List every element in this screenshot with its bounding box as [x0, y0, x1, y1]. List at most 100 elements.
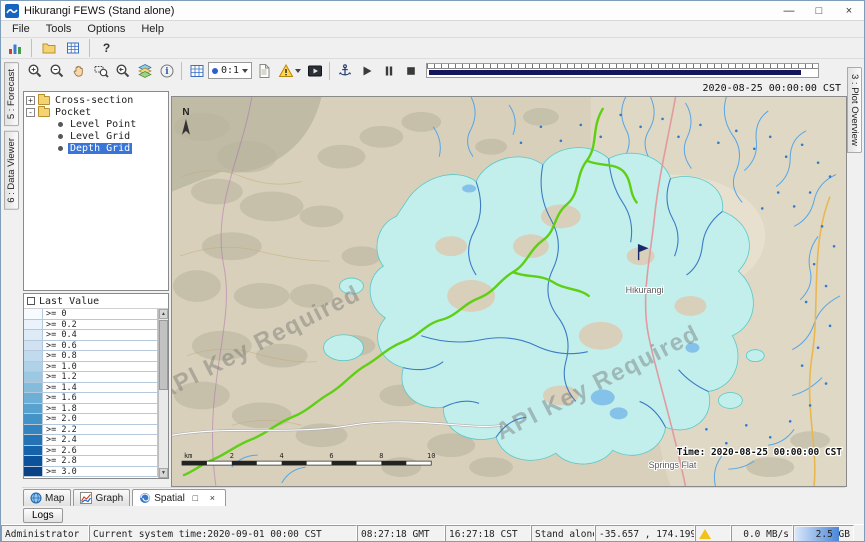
- tree-expander-icon[interactable]: +: [26, 96, 35, 105]
- legend-entry[interactable]: >= 0: [24, 309, 158, 320]
- time-slider[interactable]: [426, 63, 819, 78]
- legend-entry[interactable]: >= 1.2: [24, 372, 158, 383]
- legend-swatch: [24, 309, 43, 319]
- grid-icon: [65, 40, 81, 56]
- anchor-icon: [337, 63, 353, 79]
- status-cell: 2.5 GB: [793, 525, 854, 542]
- legend-label: >= 0.4: [43, 330, 158, 340]
- legend-entry[interactable]: >= 2.2: [24, 425, 158, 436]
- zoom-previous-icon: [115, 63, 131, 79]
- chevron-down-icon: [242, 69, 248, 73]
- tab-graph[interactable]: Graph: [73, 489, 130, 506]
- warning-dropdown-button[interactable]: [275, 60, 303, 81]
- bottom-tab-bar: Map Graph Spatial □ ×: [22, 487, 845, 506]
- menu-item[interactable]: Tools: [39, 22, 79, 36]
- legend-scrollbar[interactable]: ▲ ▼: [158, 309, 168, 478]
- legend-swatch: [24, 456, 43, 466]
- close-button[interactable]: ×: [834, 1, 864, 21]
- status-cell: -35.657 , 174.199: [595, 525, 695, 542]
- zoom-previous-button[interactable]: [112, 60, 133, 81]
- folder-icon: [38, 96, 50, 105]
- time-slider-bar[interactable]: [429, 70, 801, 75]
- globe-icon: [30, 492, 42, 504]
- tree-item-label[interactable]: Level Point: [68, 119, 138, 130]
- tab-map[interactable]: Map: [23, 489, 71, 506]
- scroll-down-icon[interactable]: ▼: [159, 468, 168, 478]
- legend-entry[interactable]: >= 3.0: [24, 467, 158, 478]
- legend-entry[interactable]: >= 2.4: [24, 435, 158, 446]
- app-icon: [5, 4, 19, 18]
- tree-item[interactable]: - Pocket: [24, 106, 168, 118]
- legend-entry[interactable]: >= 1.8: [24, 404, 158, 415]
- menu-item[interactable]: File: [5, 22, 37, 36]
- toolbar-separator: [329, 62, 330, 80]
- scroll-thumb[interactable]: [159, 320, 168, 390]
- legend-label: >= 1.4: [43, 383, 158, 393]
- zoom-in-icon: [27, 63, 43, 79]
- zoom-box-button[interactable]: [90, 60, 111, 81]
- anchor-button[interactable]: [334, 60, 355, 81]
- layers-button[interactable]: [134, 60, 155, 81]
- sidebar-tab[interactable]: 6 : Data Viewer: [4, 131, 19, 210]
- table-button[interactable]: [186, 60, 207, 81]
- svg-text:2: 2: [230, 452, 234, 460]
- legend-entry[interactable]: >= 0.6: [24, 341, 158, 352]
- tree-item-label[interactable]: Depth Grid: [68, 143, 132, 154]
- animation-button[interactable]: [304, 60, 325, 81]
- tree-item[interactable]: Depth Grid: [24, 142, 168, 154]
- tree-expander-icon[interactable]: -: [26, 108, 35, 117]
- legend-entry[interactable]: >= 0.4: [24, 330, 158, 341]
- pan-button[interactable]: [68, 60, 89, 81]
- legend-entry[interactable]: >= 2.8: [24, 456, 158, 467]
- logs-button[interactable]: Logs: [23, 508, 63, 523]
- legend-entry[interactable]: >= 1.0: [24, 362, 158, 373]
- maximize-button[interactable]: □: [804, 1, 834, 21]
- tree-item-label[interactable]: Cross-section: [53, 95, 135, 106]
- current-datetime: 2020-08-25 00:00:00 CST: [703, 83, 841, 94]
- menu-item[interactable]: Help: [134, 22, 171, 36]
- pause-button[interactable]: [378, 60, 399, 81]
- zoom-in-button[interactable]: [24, 60, 45, 81]
- legend-entry[interactable]: >= 1.4: [24, 383, 158, 394]
- info-button[interactable]: i: [156, 60, 177, 81]
- bar-chart-button[interactable]: [4, 38, 25, 59]
- status-cell-text: Administrator: [5, 529, 79, 540]
- play-button[interactable]: [356, 60, 377, 81]
- chevron-down-icon: [295, 69, 301, 73]
- bullet-icon: [58, 146, 63, 151]
- minimize-button[interactable]: —: [774, 1, 804, 21]
- stop-button[interactable]: [400, 60, 421, 81]
- close-panel-button[interactable]: ×: [206, 492, 219, 505]
- tree-item[interactable]: Level Point: [24, 118, 168, 130]
- plot-overview-tab[interactable]: 3 : Plot Overview: [847, 67, 862, 153]
- legend-entry[interactable]: >= 0.8: [24, 351, 158, 362]
- last-value-checkbox[interactable]: [27, 297, 35, 305]
- grid-button[interactable]: [62, 38, 83, 59]
- tree-item-label[interactable]: Level Grid: [68, 131, 132, 142]
- play-icon: [359, 63, 375, 79]
- legend-entry[interactable]: >= 0.2: [24, 320, 158, 331]
- legend-entry[interactable]: >= 1.6: [24, 393, 158, 404]
- spatial-map[interactable]: Hikurangi Springs Flat API Key Required …: [171, 96, 847, 487]
- zoom-out-button[interactable]: [46, 60, 67, 81]
- legend-entry[interactable]: >= 2.0: [24, 414, 158, 425]
- status-bar: Administrator Current system time:2020-0…: [1, 524, 865, 542]
- tab-spatial-label: Spatial: [154, 493, 185, 504]
- status-cell-text: 08:27:18 GMT: [361, 529, 430, 540]
- movie-icon: [307, 63, 323, 79]
- folder-button[interactable]: [38, 38, 59, 59]
- tree-item[interactable]: + Cross-section: [24, 94, 168, 106]
- tree-item[interactable]: Level Grid: [24, 130, 168, 142]
- status-warning-icon[interactable]: [699, 529, 711, 539]
- sidebar-tab[interactable]: 5 : Forecast: [4, 62, 19, 126]
- menu-item[interactable]: Options: [80, 22, 132, 36]
- tab-spatial[interactable]: Spatial □ ×: [132, 489, 226, 506]
- tree-item-label[interactable]: Pocket: [53, 107, 93, 118]
- help-button[interactable]: ?: [96, 38, 117, 59]
- undock-panel-button[interactable]: □: [189, 492, 202, 505]
- document-button[interactable]: [253, 60, 274, 81]
- bullet-icon: [58, 134, 63, 139]
- scroll-up-icon[interactable]: ▲: [159, 309, 168, 319]
- scale-ratio-combo[interactable]: 0:1: [208, 62, 252, 79]
- legend-entry[interactable]: >= 2.6: [24, 446, 158, 457]
